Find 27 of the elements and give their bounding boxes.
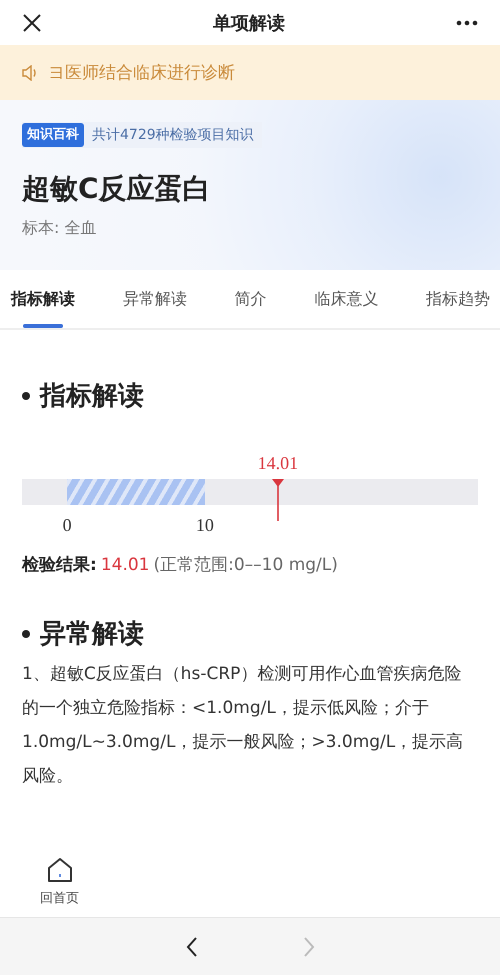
item-title: 超敏C反应蛋白 — [22, 171, 212, 207]
tab[interactable]: 指标趋势 — [426, 270, 490, 328]
section-heading: 异常解读 — [40, 618, 144, 651]
normal-range-text: (正常范围:0––10 mg/L) — [153, 555, 338, 575]
result-label: 检验结果: — [22, 555, 97, 575]
page-title: 单项解读 — [213, 12, 285, 34]
marker-value: 14.01 — [258, 453, 298, 474]
tab[interactable]: 指标解读 — [11, 270, 75, 328]
home-button[interactable]: 回首页 — [40, 857, 79, 907]
tab[interactable]: 异常解读 — [122, 270, 187, 328]
bullet-icon — [22, 392, 30, 400]
close-icon[interactable] — [22, 12, 42, 32]
tick-label: 10 — [196, 515, 214, 536]
back-icon[interactable] — [186, 936, 198, 958]
home-icon — [46, 857, 72, 883]
specimen-text: 标本: 全血 — [22, 218, 98, 239]
more-icon[interactable] — [456, 20, 478, 26]
bullet-icon — [22, 630, 30, 638]
section-heading: 指标解读 — [40, 380, 144, 413]
result-value: 14.01 — [100, 555, 150, 575]
tick-label: 0 — [62, 515, 72, 536]
tab[interactable]: 简介 — [234, 270, 266, 328]
encyclopedia-badge: 知识百科 — [22, 123, 84, 147]
paragraph: 1、超敏C反应蛋白（hs-CRP）检测可用作心血管疾病危险的一个独立危险指标：<1.0mg/L，提示低风险；介于1.0mg/L~3.0mg/L，提示一般风险；>3.0mg/L，提示高风险。 — [22, 663, 464, 788]
notice-text: ヨ医师结合临床进行诊断 — [48, 62, 235, 84]
tab[interactable]: 临床意义 — [314, 270, 378, 328]
count-text: 共计4729种检验项目知识 — [91, 126, 255, 144]
